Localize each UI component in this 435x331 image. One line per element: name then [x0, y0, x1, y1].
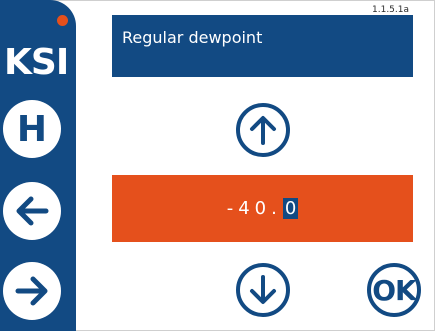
- cursor-digit[interactable]: 0: [282, 198, 299, 219]
- home-button[interactable]: H: [3, 100, 61, 158]
- arrow-up-icon: [250, 116, 276, 145]
- arrow-down-icon: [250, 275, 276, 304]
- status-indicator: [57, 15, 68, 26]
- ok-label: OK: [372, 273, 416, 307]
- version-label: 1.1.5.1a: [372, 5, 410, 15]
- page-title-text: Regular dewpoint: [122, 28, 263, 47]
- back-button[interactable]: [3, 182, 61, 240]
- value-text: -40.: [226, 198, 282, 219]
- home-icon: H: [16, 108, 48, 150]
- nav-rail: KSI H: [0, 0, 76, 331]
- logo: KSI: [4, 42, 69, 83]
- ok-button[interactable]: OK: [367, 263, 421, 317]
- increment-button[interactable]: [236, 103, 290, 157]
- arrow-left-icon: [16, 196, 49, 226]
- forward-button[interactable]: [3, 262, 61, 320]
- page-title: Regular dewpoint: [112, 15, 413, 77]
- value-display: -40. 0: [227, 198, 299, 219]
- arrow-right-icon: [15, 276, 48, 306]
- value-field[interactable]: -40. 0: [112, 175, 413, 242]
- decrement-button[interactable]: [236, 263, 290, 317]
